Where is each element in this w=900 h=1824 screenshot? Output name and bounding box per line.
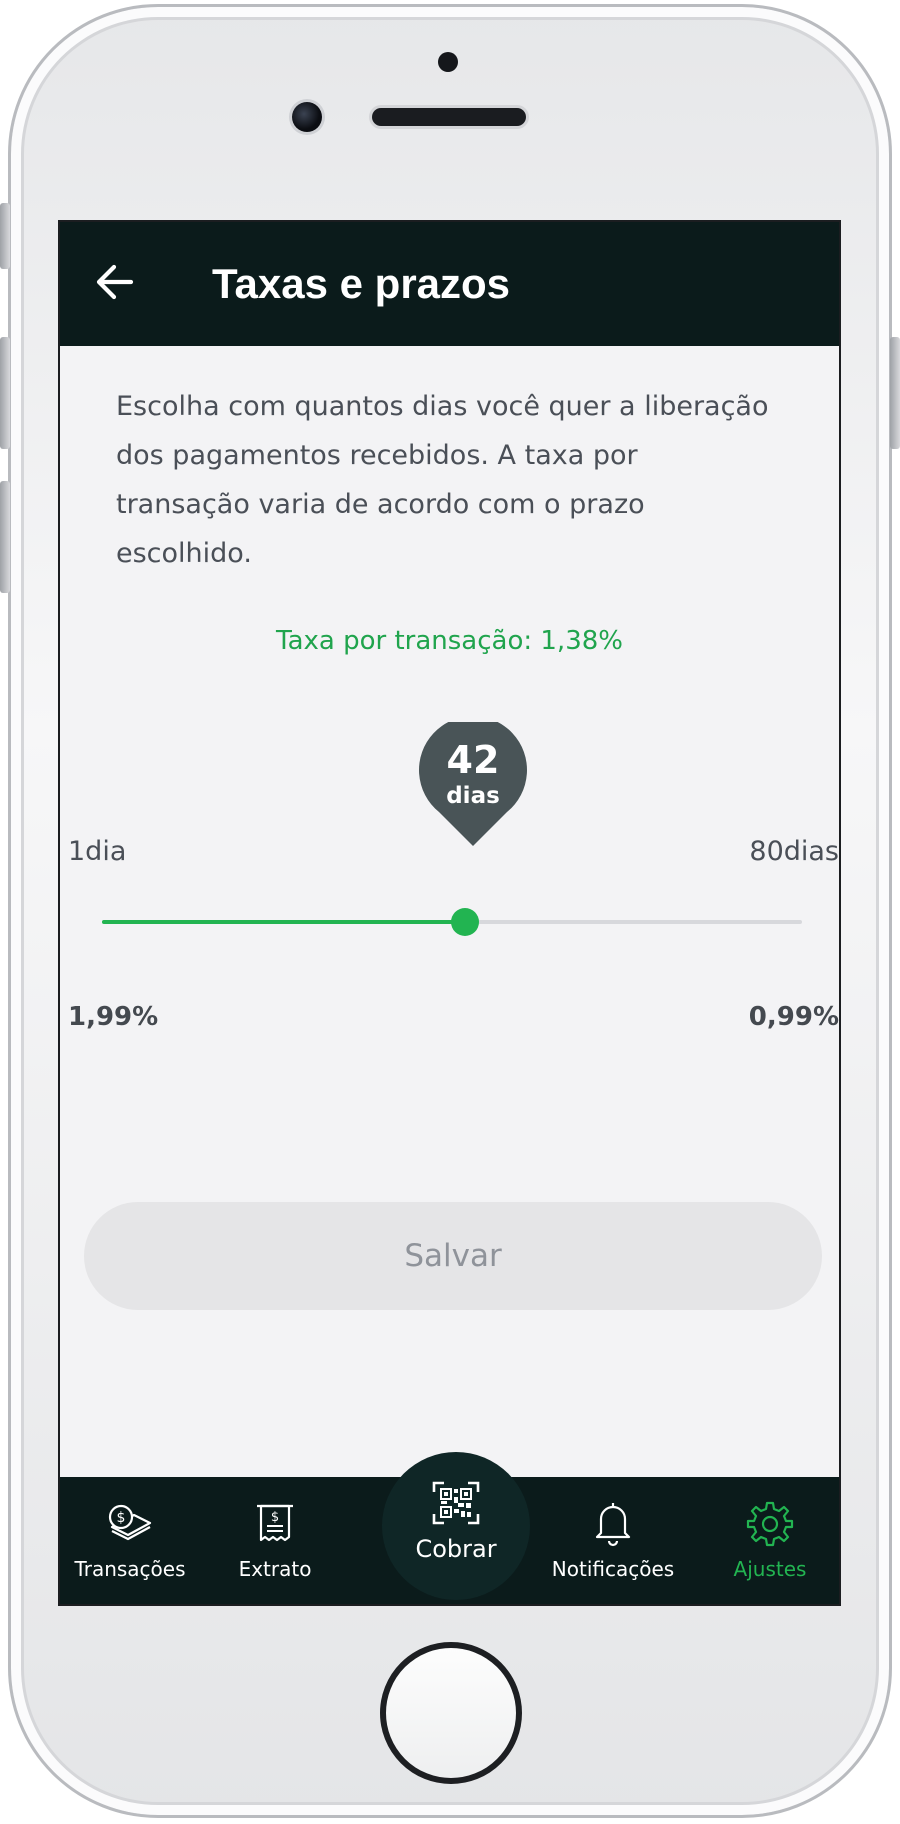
app-screen: Taxas e prazos Escolha com quantos dias …: [58, 220, 841, 1606]
front-camera: [292, 102, 322, 132]
description-text: Escolha com quantos dias você quer a lib…: [116, 391, 769, 569]
phone-power-button: [890, 337, 900, 449]
slider-thumb[interactable]: [451, 908, 479, 936]
nav-item-transacoes[interactable]: $ Transações: [60, 1477, 200, 1604]
nav-label: Extrato: [238, 1557, 312, 1581]
nav-label: Transações: [74, 1557, 186, 1581]
svg-text:$: $: [271, 1510, 279, 1525]
gear-icon: [746, 1499, 794, 1547]
front-sensor: [438, 52, 458, 72]
receipt-icon: $: [255, 1499, 295, 1547]
money-coins-icon: $: [104, 1499, 156, 1547]
nav-item-cobrar[interactable]: Cobrar: [382, 1452, 530, 1600]
page-title: Taxas e prazos: [212, 260, 511, 307]
nav-item-extrato[interactable]: $ Extrato: [205, 1477, 345, 1604]
slider-unit: dias: [446, 783, 500, 809]
save-button[interactable]: Salvar: [84, 1202, 822, 1310]
nav-label: Cobrar: [415, 1535, 497, 1563]
qr-code-icon: [431, 1480, 481, 1531]
nav-label: Ajustes: [733, 1557, 807, 1581]
slider-value: 42: [446, 738, 500, 782]
nav-item-notificacoes[interactable]: Notificações: [538, 1477, 688, 1604]
term-slider[interactable]: 42 dias 1dia 80dias: [60, 722, 839, 1002]
arrow-left-icon: [94, 264, 134, 305]
earpiece-speaker: [372, 108, 526, 126]
slider-track[interactable]: [102, 908, 802, 936]
slider-value-bubble: 42 dias: [417, 722, 529, 850]
nav-item-ajustes[interactable]: Ajustes: [700, 1477, 839, 1604]
home-button[interactable]: [380, 1642, 522, 1784]
rate-min-label: 1,99%: [68, 1002, 159, 1032]
slider-track-fill: [102, 920, 465, 924]
phone-side-button: [0, 203, 10, 269]
slider-min-label: 1dia: [68, 836, 127, 867]
svg-text:$: $: [117, 1510, 126, 1526]
app-header: Taxas e prazos: [60, 222, 839, 346]
phone-volume-down-button: [0, 481, 10, 593]
rate-max-label: 0,99%: [748, 1002, 839, 1032]
bell-icon: [593, 1499, 633, 1547]
nav-label: Notificações: [551, 1557, 675, 1581]
back-button[interactable]: [84, 254, 144, 314]
slider-max-label: 80dias: [749, 836, 839, 867]
phone-volume-up-button: [0, 337, 10, 449]
transaction-fee-label: Taxa por transação: 1,38%: [276, 626, 623, 656]
